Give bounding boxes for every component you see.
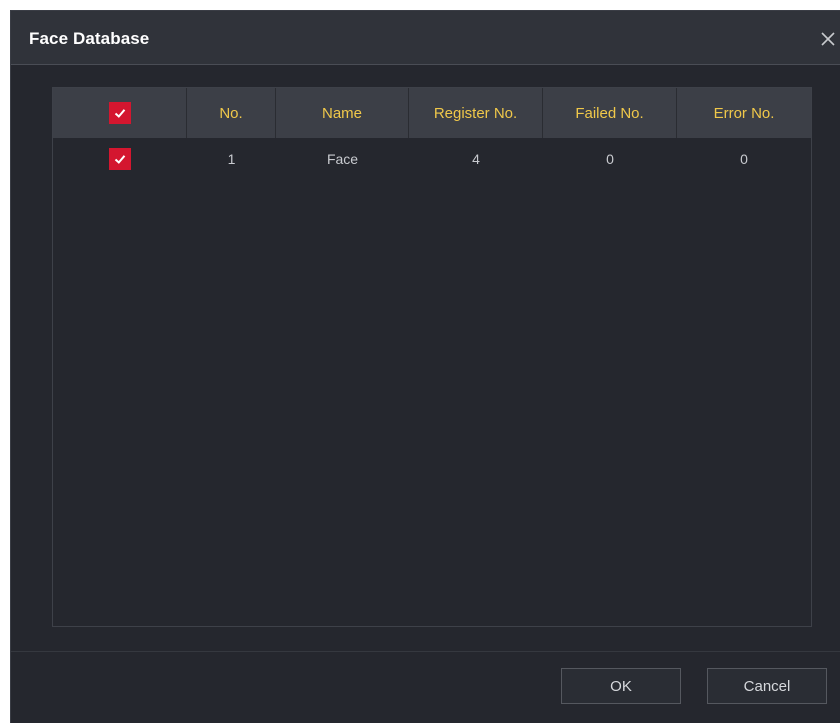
cell-name: Face (326, 151, 359, 167)
checkmark-icon (114, 155, 126, 164)
row-checkbox[interactable] (109, 148, 131, 170)
cell-error-no: 0 (740, 151, 748, 167)
row-select-cell (53, 138, 187, 180)
table-row[interactable]: 1 Face 4 0 0 (53, 138, 811, 180)
column-header-error-no[interactable]: Error No. (677, 88, 811, 138)
header-select-all-cell (53, 88, 187, 138)
face-database-table: No. Name Register No. Failed No. Error N… (52, 87, 812, 627)
column-header-no[interactable]: No. (187, 88, 276, 138)
dialog-title: Face Database (29, 29, 150, 48)
cell-register-no: 4 (472, 151, 480, 167)
cancel-button[interactable]: Cancel (707, 668, 827, 704)
checkmark-icon (114, 109, 125, 118)
footer-divider (11, 651, 840, 652)
face-database-dialog: Face Database No. Name Register No. Fail… (10, 10, 840, 723)
cell-failed-no: 0 (606, 151, 614, 167)
column-header-failed-no[interactable]: Failed No. (543, 88, 677, 138)
table-header: No. Name Register No. Failed No. Error N… (53, 88, 811, 138)
column-header-name[interactable]: Name (276, 88, 409, 138)
cell-no: 1 (227, 151, 236, 167)
ok-button[interactable]: OK (561, 668, 681, 704)
close-icon[interactable] (819, 30, 837, 48)
column-header-register-no[interactable]: Register No. (409, 88, 543, 138)
dialog-titlebar: Face Database (11, 11, 840, 65)
select-all-checkbox[interactable] (108, 102, 131, 124)
